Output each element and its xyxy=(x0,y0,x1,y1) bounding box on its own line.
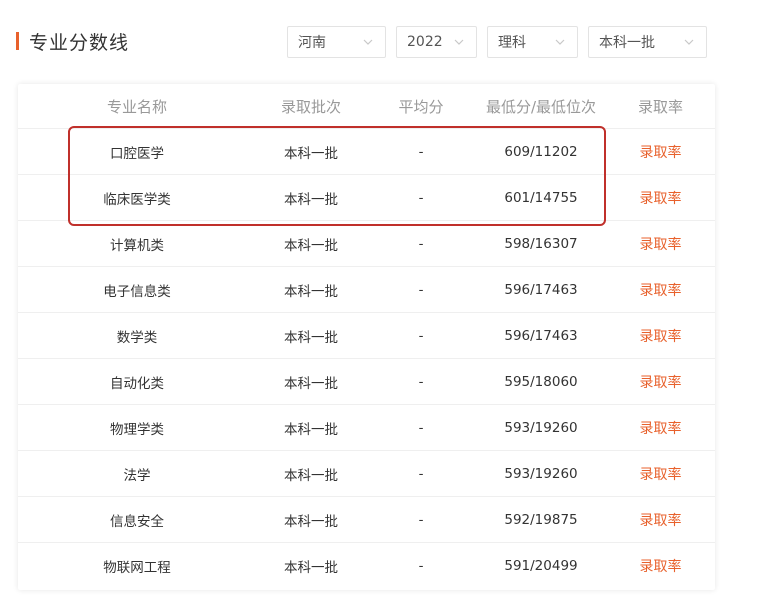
score-table: 专业名称 录取批次 平均分 最低分/最低位次 录取率 口腔医学 本科一批 - 6… xyxy=(18,84,715,590)
column-header-average: 平均分 xyxy=(398,97,444,116)
average-score: - xyxy=(418,373,424,390)
major-name: 口腔医学 xyxy=(110,145,164,162)
table-row: 电子信息类 本科一批 - 596/17463 录取率 xyxy=(18,267,715,313)
admission-batch: 本科一批 xyxy=(284,237,338,254)
min-score-rank: 593/19260 xyxy=(504,465,578,482)
admission-rate-link[interactable]: 录取率 xyxy=(606,188,715,208)
chevron-down-icon xyxy=(454,39,464,45)
table-row: 物联网工程 本科一批 - 591/20499 录取率 xyxy=(18,543,715,589)
min-score-rank: 609/11202 xyxy=(504,143,578,160)
admission-batch: 本科一批 xyxy=(284,560,338,576)
table-body: 口腔医学 本科一批 - 609/11202 录取率 临床医学类 本科一批 - 6… xyxy=(18,129,715,589)
table-header: 专业名称 录取批次 平均分 最低分/最低位次 录取率 xyxy=(18,84,715,129)
major-name: 物理学类 xyxy=(110,421,164,438)
major-name: 数学类 xyxy=(116,329,158,346)
min-score-rank: 592/19875 xyxy=(504,511,578,528)
table-row: 口腔医学 本科一批 - 609/11202 录取率 xyxy=(18,129,715,175)
admission-rate-link[interactable]: 录取率 xyxy=(606,418,715,438)
min-score-rank: 596/17463 xyxy=(504,327,578,344)
admission-rate-link[interactable]: 录取率 xyxy=(606,326,715,346)
admission-rate-link[interactable]: 录取率 xyxy=(606,464,715,484)
year-select-value: 2022 xyxy=(407,34,443,50)
table-row: 数学类 本科一批 - 596/17463 录取率 xyxy=(18,313,715,359)
chevron-down-icon xyxy=(363,39,373,45)
average-score: - xyxy=(418,511,424,528)
table-row: 自动化类 本科一批 - 595/18060 录取率 xyxy=(18,359,715,405)
admission-rate-link[interactable]: 录取率 xyxy=(606,372,715,392)
table-row: 临床医学类 本科一批 - 601/14755 录取率 xyxy=(18,175,715,221)
filter-bar: 河南 2022 理科 本科一批 xyxy=(287,26,707,58)
section-header: 专业分数线 xyxy=(16,26,129,56)
admission-batch: 本科一批 xyxy=(284,467,338,484)
column-header-admission-rate: 录取率 xyxy=(637,97,683,116)
average-score: - xyxy=(418,281,424,298)
table-row: 计算机类 本科一批 - 598/16307 录取率 xyxy=(18,221,715,267)
min-score-rank: 591/20499 xyxy=(504,558,578,574)
major-name: 信息安全 xyxy=(110,513,164,530)
table-row: 信息安全 本科一批 - 592/19875 录取率 xyxy=(18,497,715,543)
admission-batch: 本科一批 xyxy=(284,283,338,300)
admission-batch: 本科一批 xyxy=(284,145,338,162)
admission-rate-link[interactable]: 录取率 xyxy=(606,280,715,300)
table-row: 法学 本科一批 - 593/19260 录取率 xyxy=(18,451,715,497)
major-name: 电子信息类 xyxy=(103,283,171,300)
average-score: - xyxy=(418,419,424,436)
major-name: 物联网工程 xyxy=(103,560,171,576)
min-score-rank: 596/17463 xyxy=(504,281,578,298)
table-row: 物理学类 本科一批 - 593/19260 录取率 xyxy=(18,405,715,451)
min-score-rank: 601/14755 xyxy=(504,189,578,206)
chevron-down-icon xyxy=(555,39,565,45)
admission-rate-link[interactable]: 录取率 xyxy=(606,142,715,162)
subject-select-value: 理科 xyxy=(498,35,526,51)
min-score-rank: 598/16307 xyxy=(504,235,578,252)
subject-select[interactable]: 理科 xyxy=(487,26,578,58)
year-select[interactable]: 2022 xyxy=(396,26,477,58)
major-name: 法学 xyxy=(123,467,151,484)
admission-batch: 本科一批 xyxy=(284,375,338,392)
average-score: - xyxy=(418,189,424,206)
admission-batch: 本科一批 xyxy=(284,329,338,346)
batch-select[interactable]: 本科一批 xyxy=(588,26,707,58)
average-score: - xyxy=(418,143,424,160)
title-accent-bar xyxy=(16,32,19,50)
section-title: 专业分数线 xyxy=(29,31,130,54)
admission-rate-link[interactable]: 录取率 xyxy=(606,510,715,530)
admission-batch: 本科一批 xyxy=(284,513,338,530)
major-name: 临床医学类 xyxy=(103,191,171,208)
admission-rate-link[interactable]: 录取率 xyxy=(606,234,715,254)
average-score: - xyxy=(418,465,424,482)
average-score: - xyxy=(418,558,424,574)
admission-rate-link[interactable]: 录取率 xyxy=(606,556,715,576)
chevron-down-icon xyxy=(684,39,694,45)
admission-batch: 本科一批 xyxy=(284,191,338,208)
batch-select-value: 本科一批 xyxy=(599,35,655,51)
major-name: 计算机类 xyxy=(110,237,164,254)
min-score-rank: 593/19260 xyxy=(504,419,578,436)
province-select-value: 河南 xyxy=(298,35,326,51)
column-header-batch: 录取批次 xyxy=(280,97,341,116)
major-name: 自动化类 xyxy=(110,375,164,392)
column-header-major: 专业名称 xyxy=(106,97,167,116)
average-score: - xyxy=(418,327,424,344)
average-score: - xyxy=(418,235,424,252)
column-header-min-score-rank: 最低分/最低位次 xyxy=(485,97,597,116)
min-score-rank: 595/18060 xyxy=(504,373,578,390)
admission-batch: 本科一批 xyxy=(284,421,338,438)
province-select[interactable]: 河南 xyxy=(287,26,386,58)
